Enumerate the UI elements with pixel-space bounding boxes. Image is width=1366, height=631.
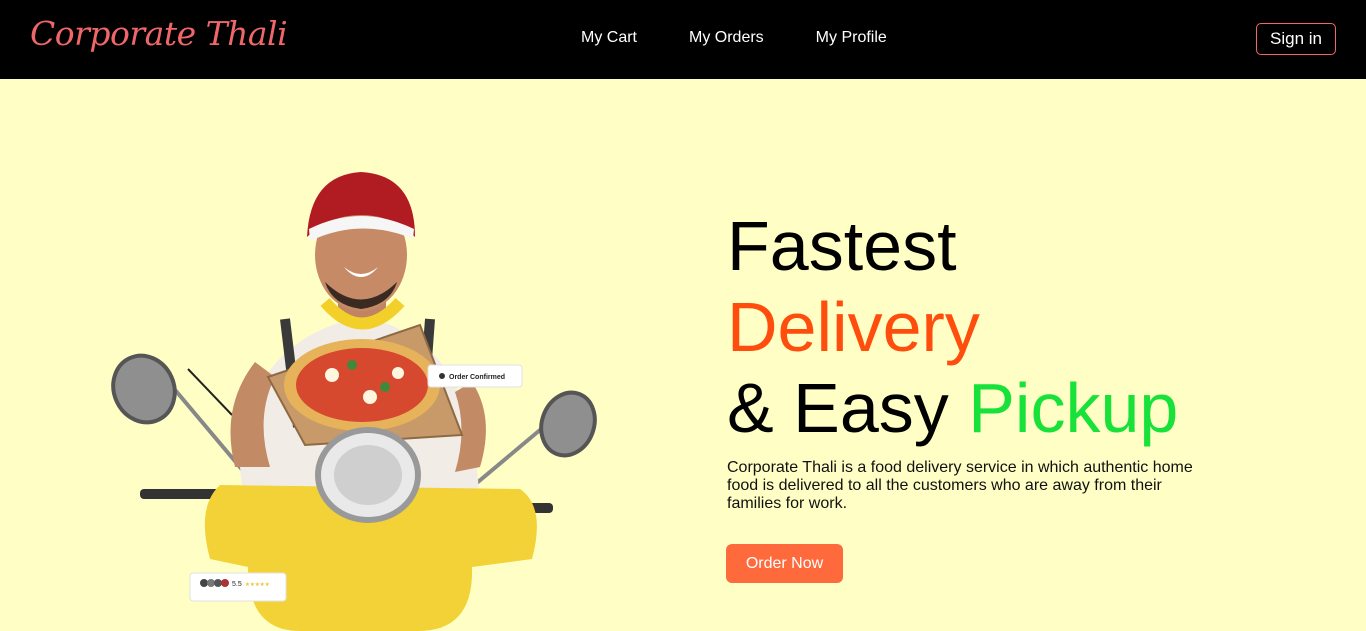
main-nav: My Cart My Orders My Profile bbox=[581, 29, 887, 47]
headline-line-3-text: & Easy bbox=[727, 369, 969, 447]
pizza-topping bbox=[363, 390, 377, 404]
nav-my-cart[interactable]: My Cart bbox=[581, 29, 637, 47]
right-mirror bbox=[539, 390, 597, 458]
nav-my-orders[interactable]: My Orders bbox=[689, 29, 764, 47]
pizza-topping bbox=[392, 367, 404, 379]
headline-line-2: Delivery bbox=[727, 288, 980, 366]
hero-headline: Fastest Delivery & Easy Pickup bbox=[727, 206, 1178, 449]
nav-my-profile[interactable]: My Profile bbox=[816, 29, 887, 47]
svg-text:Order Confirmed: Order Confirmed bbox=[449, 374, 505, 381]
sign-in-button[interactable]: Sign in bbox=[1256, 23, 1336, 55]
order-confirmed-badge: Order Confirmed bbox=[427, 364, 523, 388]
svg-text:5.5: 5.5 bbox=[232, 581, 242, 588]
headline-highlight: Pickup bbox=[968, 369, 1179, 447]
headline-line-1: Fastest bbox=[727, 207, 957, 285]
pizza-topping bbox=[325, 368, 339, 382]
left-mirror bbox=[111, 353, 177, 425]
headlight-lens bbox=[334, 445, 402, 505]
delivery-man-scooter-image: Order Confirmed 5.5 ★★★★★ bbox=[111, 172, 597, 631]
pizza-topping bbox=[347, 360, 357, 370]
brand-logo[interactable]: Corporate Thali bbox=[30, 14, 288, 53]
rating-badge: 5.5 ★★★★★ bbox=[189, 572, 287, 602]
antenna-line bbox=[187, 368, 233, 416]
pizza-sauce bbox=[296, 348, 428, 422]
order-now-button[interactable]: Order Now bbox=[726, 544, 843, 583]
svg-text:★★★★★: ★★★★★ bbox=[245, 582, 270, 588]
pizza-topping bbox=[380, 382, 390, 392]
top-navbar: Corporate Thali My Cart My Orders My Pro… bbox=[0, 0, 1366, 79]
hero-section: Order Confirmed 5.5 ★★★★★ Fastest Delive… bbox=[0, 79, 1366, 631]
headline-line-3: & Easy Pickup bbox=[727, 368, 1178, 449]
hero-description: Corporate Thali is a food delivery servi… bbox=[727, 459, 1193, 512]
